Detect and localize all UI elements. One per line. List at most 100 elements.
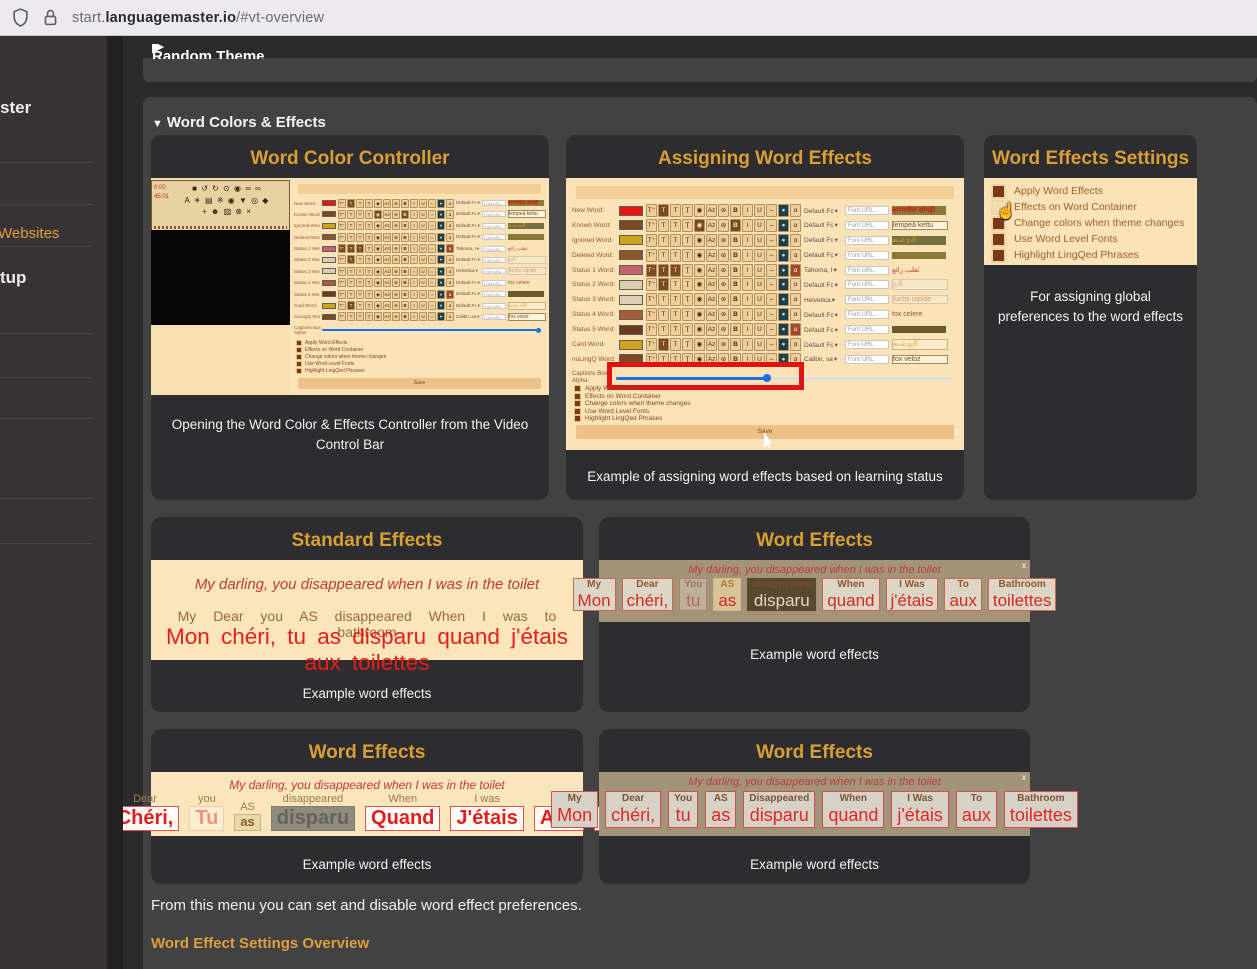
- video-control-bar: 0:00 45:01 ■ ↺ ↻ ⊙ ◉ ∞ ∞ A ☀ ▤ ※ ◉ ▼ ◎ ◆…: [151, 180, 290, 232]
- font-select: Default Fc: [456, 223, 480, 229]
- random-theme-section[interactable]: [143, 58, 1257, 82]
- sidebar-item-setup[interactable]: tup: [0, 268, 26, 288]
- sample-text: लगभचील सोमड़ी: [508, 200, 544, 206]
- effect-icons: T⁺TTṮ◉Az⊛BIU⇔●α: [646, 323, 801, 336]
- checkbox-icon: [574, 408, 581, 415]
- footer-link-word-effect-settings-overview[interactable]: Word Effect Settings Overview: [151, 935, 369, 952]
- card-word-effects-settings: Word Effects Settings Apply Word Effects…: [984, 135, 1197, 500]
- checkbox-row: Apply Word Effects: [984, 183, 1197, 199]
- effect-checkbox-list: Apply Word Effects Effects on Word Conta…: [574, 385, 691, 423]
- effect-icons: T⁺TTṮ◉Az⊛BIU⇔●α: [646, 338, 801, 351]
- checkbox-row: Effects on Word Container: [574, 393, 691, 401]
- card-word-effects-uniform: Word Effects x My darling, you disappear…: [599, 729, 1030, 884]
- settings-row: noLingQ Word: T⁺TTṮ◉Az⊛BIU⇔●α Calibri, s…: [294, 312, 546, 322]
- card-title: Standard Effects: [151, 530, 583, 552]
- random-theme-heading[interactable]: ▶ Random Theme: [152, 44, 265, 59]
- checkbox-icon: [574, 400, 581, 407]
- card-caption: Example word effects: [611, 855, 1018, 875]
- font-url-input: Font URL.: [482, 268, 506, 274]
- effect-icons: T⁺TTṮ◉Az⊛BIU⇔●α: [646, 234, 801, 247]
- word-token: disappeared disparu: [747, 578, 816, 611]
- video-control-icons: ■ ↺ ↻ ⊙ ◉ ∞ ∞ A ☀ ▤ ※ ◉ ▼ ◎ ◆ + ☻ ▨ ⊗ ×: [166, 183, 288, 218]
- checkbox-row: Use Word Level Fonts: [984, 231, 1197, 247]
- panel-header-strip: [576, 186, 954, 199]
- font-select: Default Fc: [804, 281, 842, 289]
- lock-icon[interactable]: [43, 8, 58, 27]
- word-token: To aux: [956, 791, 997, 828]
- card-caption: Example of assigning word effects based …: [578, 467, 952, 487]
- color-swatch: [619, 295, 643, 305]
- word-token: Bathroom toilettes: [988, 578, 1057, 611]
- settings-rows: New Word: T⁺TTṮ◉Az⊛BIU⇔●α Default Fc Fon…: [294, 198, 546, 322]
- captions-alpha-row: Captions Box Alpha:: [294, 325, 541, 336]
- font-url-input: Font URL.: [482, 246, 506, 252]
- effect-icons: T⁺TTṮ◉Az⊛BIU⇔●α: [338, 255, 454, 264]
- word-token: I Was j'étais: [886, 578, 939, 611]
- effect-icons: T⁺TTṮ◉Az⊛BIU⇔●α: [338, 244, 454, 253]
- sample-text: [892, 252, 946, 259]
- font-url-input: Font URL.: [482, 211, 506, 217]
- checkbox-icon: [991, 184, 1006, 199]
- sidebar-item-websites[interactable]: Websites: [0, 225, 59, 242]
- sample-text: கூல் நரி: [508, 302, 546, 310]
- checkbox-row: Highlight LingQed Phrases: [574, 415, 691, 423]
- word-token: When quand: [822, 791, 884, 828]
- word-effects-example-dark: x My darling, you disappeared when I was…: [599, 560, 1030, 622]
- color-swatch: [322, 257, 336, 263]
- settings-row: Status 4 Word: T⁺TTṮ◉Az⊛BIU⇔●α Default F…: [572, 308, 959, 321]
- sidebar: ster Websites tup: [0, 36, 107, 969]
- sidebar-divider: [0, 333, 92, 334]
- sample-text: ثعلب رائع: [892, 266, 946, 274]
- sample-text: fox veloz: [508, 313, 546, 321]
- font-url-input: Font URL.: [845, 280, 889, 289]
- color-swatch: [322, 234, 336, 240]
- font-select: Default Fc: [804, 221, 842, 229]
- font-select: Default Fc: [804, 236, 842, 244]
- checkbox-icon: [296, 368, 302, 374]
- url-text[interactable]: start.languagemaster.io/#vt-overview: [72, 10, 324, 26]
- color-swatch: [322, 303, 336, 309]
- effect-icons: T⁺TTṮ◉Az⊛BIU⇔●α: [338, 199, 454, 208]
- expand-arrow-icon: ▼: [152, 118, 163, 130]
- sidebar-divider: [0, 418, 92, 419]
- settings-row: New Word: T⁺TTṮ◉Az⊛BIU⇔●α Default Fc Fon…: [572, 204, 959, 217]
- settings-row: Status 4 Word: T⁺TTṮ◉Az⊛BIU⇔●α Default F…: [294, 278, 546, 288]
- screenshot-video-controller: 0:00 45:01 ■ ↺ ↻ ⊙ ◉ ∞ ∞ A ☀ ▤ ※ ◉ ▼ ◎ ◆…: [151, 178, 549, 395]
- word-token: Bathroom toilettes: [1004, 791, 1078, 828]
- section-heading-word-colors-effects[interactable]: ▼Word Colors & Effects: [152, 114, 326, 131]
- sample-text: நரி: [892, 279, 948, 290]
- sidebar-divider: [0, 162, 92, 163]
- color-swatch: [322, 291, 336, 297]
- main-content: ▶ Random Theme ▼Word Colors & Effects Wo…: [123, 36, 1257, 969]
- phrase-translation: My darling, you disappeared when I was i…: [151, 778, 583, 792]
- checkbox-icon: [574, 415, 581, 422]
- shield-icon[interactable]: [12, 8, 29, 27]
- font-url-input: Font URL.: [482, 223, 506, 229]
- font-select: Tahoma, I: [456, 246, 480, 252]
- sample-text: [892, 326, 946, 333]
- sample-text: [508, 291, 544, 297]
- word-token-row: My Mon Dear Chéri, you Tu AS as disa: [151, 793, 583, 831]
- word-token: Disappeared disparu: [743, 791, 815, 828]
- sidebar-divider: [0, 377, 92, 378]
- font-url-input: Font URL.: [845, 221, 889, 230]
- word-token: Dear chéri,: [622, 578, 674, 611]
- font-url-input: Font URL.: [482, 234, 506, 240]
- checkbox-icon: [574, 385, 581, 392]
- alpha-slider: [322, 329, 541, 331]
- font-select: Default Fc: [456, 211, 480, 217]
- checkbox-row: Use Word Level Fonts: [574, 408, 691, 416]
- effect-icons: T⁺TTṮ◉Az⊛BIU⇔●α: [646, 278, 801, 291]
- sidebar-divider: [0, 246, 92, 247]
- font-url-input: Font URL.: [482, 314, 506, 320]
- font-url-input: Font URL.: [482, 257, 506, 263]
- color-swatch: [322, 268, 336, 274]
- browser-address-bar[interactable]: start.languagemaster.io/#vt-overview: [0, 0, 1257, 36]
- font-select: Default Fc: [804, 326, 842, 334]
- font-select: Default Fc: [456, 234, 480, 240]
- word-token: Dear Chéri,: [123, 793, 179, 831]
- font-select: Default Fc: [804, 207, 842, 215]
- font-url-input: Font URL.: [482, 303, 506, 309]
- sidebar-item-languagemaster[interactable]: ster: [0, 98, 31, 118]
- word-effects-example-uniform: x My darling, you disappeared when I was…: [599, 772, 1030, 836]
